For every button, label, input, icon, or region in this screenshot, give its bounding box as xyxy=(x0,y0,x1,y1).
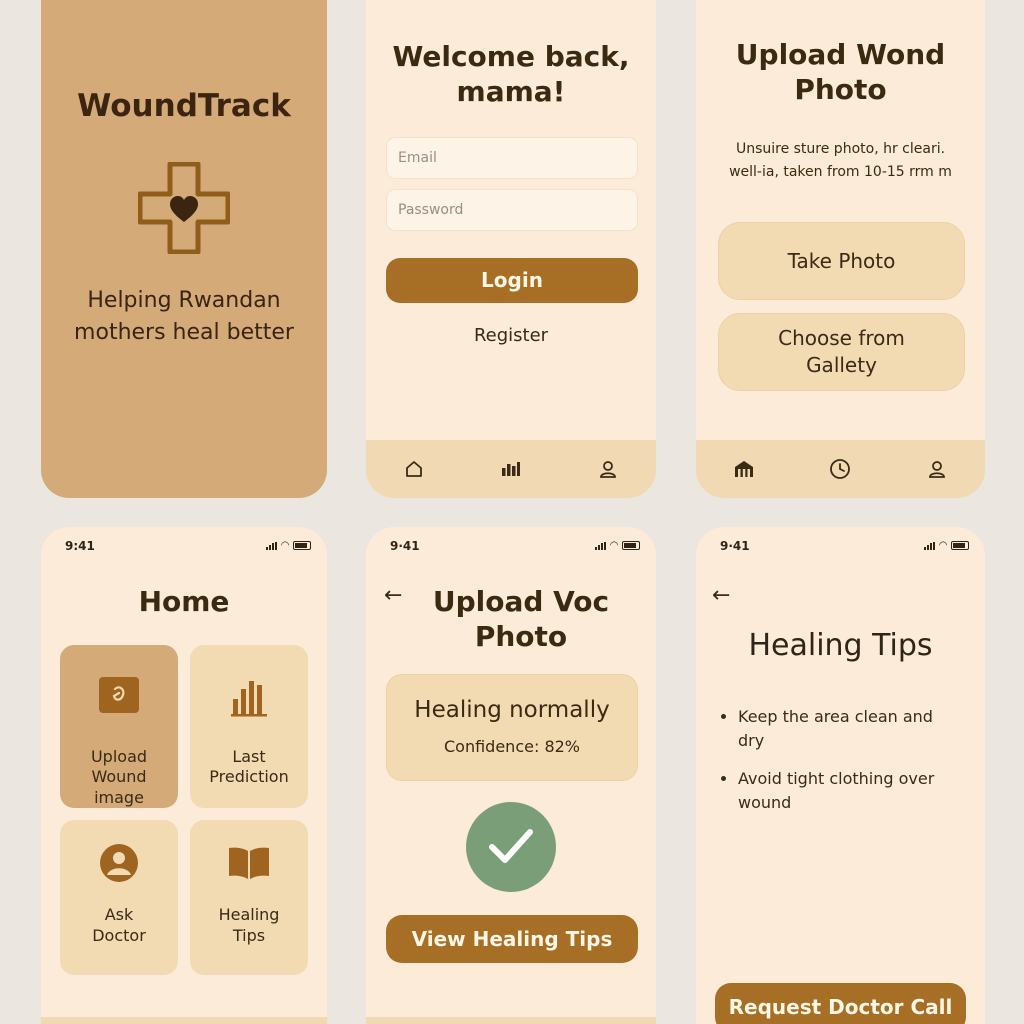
user-circle-icon xyxy=(99,843,139,887)
tile-label-line1: Last xyxy=(232,747,266,766)
upload-instructions-line1: Unsuire sture photo, hr cleari. xyxy=(735,141,946,157)
password-field[interactable]: Password xyxy=(386,189,638,231)
tagline-line1: Helping Rwandan xyxy=(87,288,281,313)
result-screen: 9·41 ◠ ← Upload Voc Photo Healing normal… xyxy=(366,527,656,1024)
email-field[interactable]: Email xyxy=(386,137,638,179)
user-icon[interactable] xyxy=(924,456,950,482)
take-photo-button[interactable]: Take Photo xyxy=(718,222,965,300)
list-item: Avoid tight clothing over wound xyxy=(738,767,975,815)
medical-cross-heart-icon xyxy=(137,161,231,255)
battery-icon xyxy=(951,541,969,550)
confidence-value: Confidence: 82% xyxy=(444,737,580,756)
tip-line1: Keep the area clean and xyxy=(738,707,933,726)
home-icon[interactable] xyxy=(401,456,427,482)
last-prediction-tile[interactable]: Last Prediction xyxy=(190,645,308,808)
tile-label-line2: Tips xyxy=(232,926,266,945)
choose-gallery-button[interactable]: Choose from Gallety xyxy=(718,313,965,391)
list-item: Keep the area clean and dry xyxy=(738,705,975,753)
wifi-icon: ◠ xyxy=(610,539,618,551)
bar-chart-icon[interactable] xyxy=(498,456,524,482)
home-screen: 9:41 ◠ Home Upload Wound image Last Pred… xyxy=(41,527,327,1024)
gallery-label-line2: Gallety xyxy=(806,353,877,377)
battery-icon xyxy=(622,541,640,550)
login-screen: Welcome back, mama! Email Password Login… xyxy=(366,0,656,498)
wifi-icon: ◠ xyxy=(939,539,947,551)
bottom-nav xyxy=(366,1017,656,1024)
tile-label-line2: Doctor xyxy=(92,926,146,945)
gallery-label-line1: Choose from xyxy=(778,326,905,350)
tile-label-line1: Ask xyxy=(104,905,134,924)
upload-instructions-line2: well-ia, taken from 10-15 rrm m xyxy=(729,164,952,180)
ask-doctor-tile[interactable]: Ask Doctor xyxy=(60,820,178,975)
tip-line1: Avoid tight clothing over xyxy=(738,769,935,788)
request-doctor-call-button[interactable]: Request Doctor Call xyxy=(715,983,966,1024)
bottom-nav xyxy=(696,440,985,498)
status-time: 9·41 xyxy=(720,539,750,553)
page-title: Home xyxy=(138,585,230,618)
splash-screen: WoundTrack Helping Rwandan mothers heal … xyxy=(41,0,327,498)
back-arrow-icon[interactable]: ← xyxy=(712,583,730,608)
tip-line2: wound xyxy=(738,793,792,812)
status-bar: 9·41 ◠ xyxy=(366,539,656,555)
login-button[interactable]: Login xyxy=(386,258,638,303)
clock-icon[interactable] xyxy=(827,456,853,482)
tile-label-line1: Healing xyxy=(218,905,280,924)
camera-icon xyxy=(99,677,139,717)
upload-wound-tile[interactable]: Upload Wound image xyxy=(60,645,178,808)
result-heading-line2: Photo xyxy=(474,620,568,653)
tile-label-line2: Wound xyxy=(91,767,147,786)
tagline-line2: mothers heal better xyxy=(74,320,294,345)
upload-heading-line1: Upload Wond xyxy=(735,38,946,71)
bottom-nav xyxy=(41,1017,327,1024)
page-title: Healing Tips xyxy=(748,628,933,663)
book-icon xyxy=(228,846,270,884)
check-icon xyxy=(466,802,556,892)
battery-icon xyxy=(293,541,311,550)
bottom-nav xyxy=(366,440,656,498)
status-time: 9·41 xyxy=(390,539,420,553)
result-heading-line1: Upload Voc xyxy=(432,585,610,618)
bar-chart-icon xyxy=(231,677,269,721)
result-card: Healing normally Confidence: 82% xyxy=(386,674,638,781)
status-time: 9:41 xyxy=(65,539,95,553)
signal-icon xyxy=(266,541,278,550)
register-link[interactable]: Register xyxy=(366,325,656,346)
tips-list: Keep the area clean and dry Avoid tight … xyxy=(718,705,975,829)
tips-screen: 9·41 ◠ ← Healing Tips Keep the area clea… xyxy=(696,527,985,1024)
signal-icon xyxy=(924,541,936,550)
tile-label-line1: Upload xyxy=(90,747,148,766)
login-heading-line2: mama! xyxy=(456,75,566,108)
signal-icon xyxy=(595,541,607,550)
result-status: Healing normally xyxy=(414,697,610,723)
tile-label-line2: Prediction xyxy=(209,767,289,786)
upload-heading-line2: Photo xyxy=(794,73,887,106)
tile-label-line3: image xyxy=(94,788,144,807)
app-name: WoundTrack xyxy=(77,88,291,124)
upload-screen: Upload Wond Photo Unsuire sture photo, h… xyxy=(696,0,985,498)
status-bar: 9·41 ◠ xyxy=(696,539,985,555)
login-heading-line1: Welcome back, xyxy=(392,40,630,73)
tip-line2: dry xyxy=(738,731,765,750)
status-bar: 9:41 ◠ xyxy=(41,539,327,555)
home-filled-icon[interactable] xyxy=(731,456,757,482)
healing-tips-tile[interactable]: Healing Tips xyxy=(190,820,308,975)
user-icon[interactable] xyxy=(595,456,621,482)
view-healing-tips-button[interactable]: View Healing Tips xyxy=(386,915,638,963)
wifi-icon: ◠ xyxy=(281,539,289,551)
